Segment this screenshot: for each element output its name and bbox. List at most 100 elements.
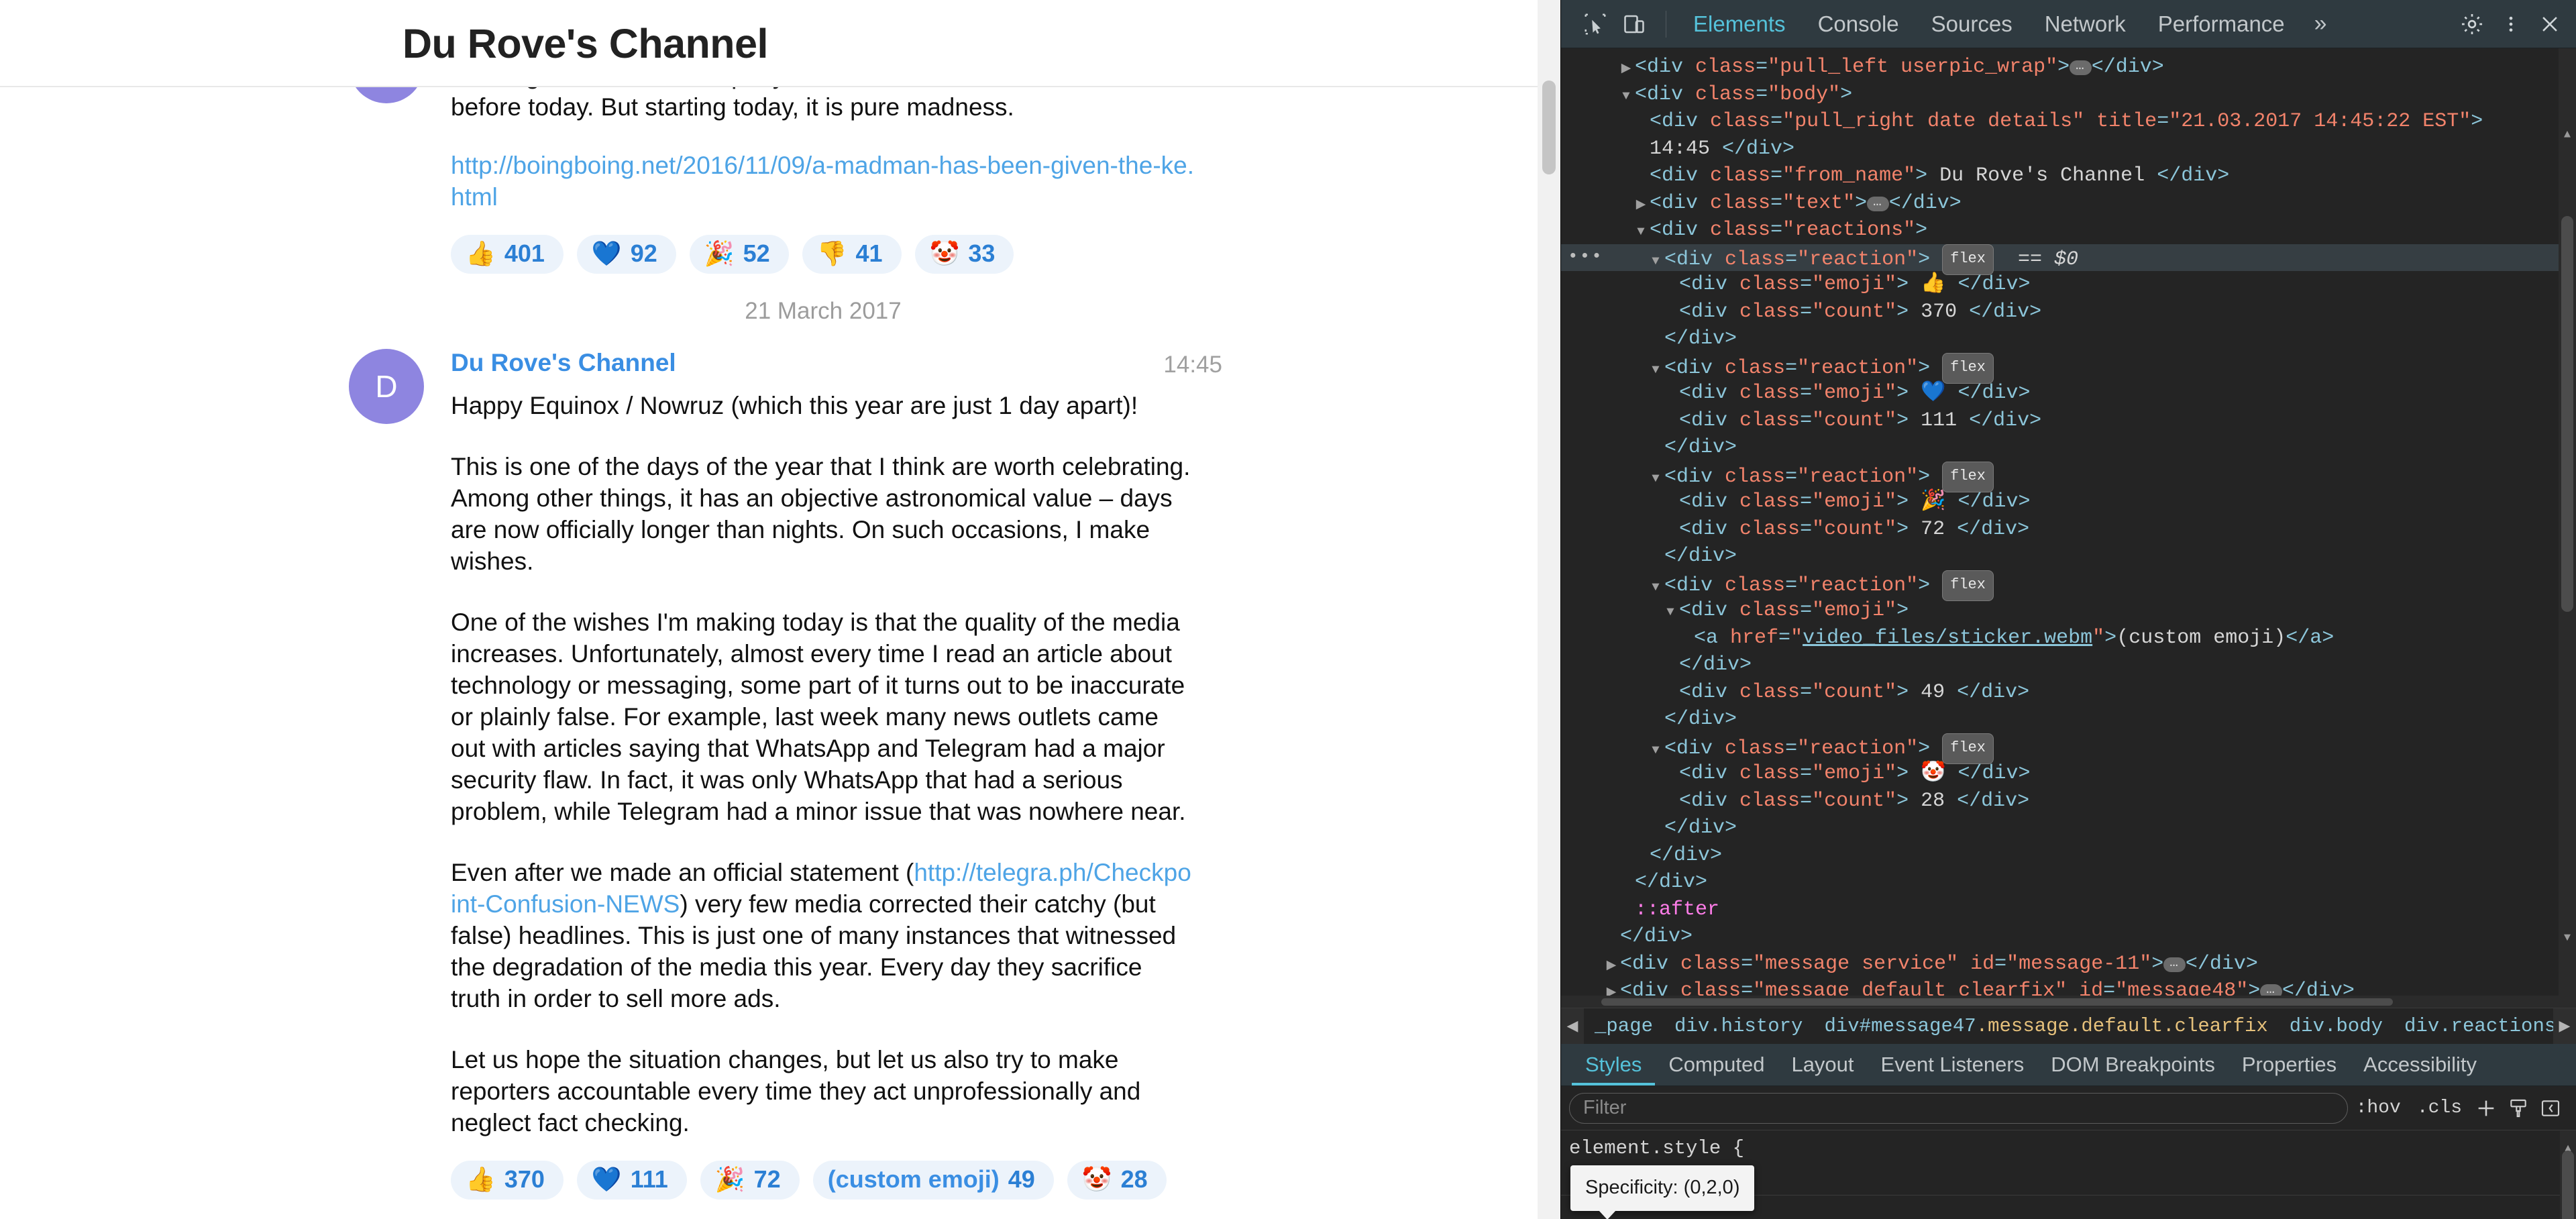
reaction-chip[interactable]: 👍 370 <box>451 1160 564 1200</box>
close-icon[interactable] <box>2530 5 2569 44</box>
reaction-chip[interactable]: 👍 401 <box>451 234 564 274</box>
collapse-arrow-icon[interactable] <box>1647 246 1664 275</box>
dom-node-line[interactable]: <div class="pull_left userpic_wrap">…</d… <box>1561 54 2576 81</box>
reaction-chip[interactable]: 🤡 33 <box>914 234 1014 274</box>
breadcrumb-scroll-right-icon[interactable]: ▶ <box>2553 1008 2576 1044</box>
styles-scrollbar[interactable]: ▲ ▼ <box>2560 1130 2576 1219</box>
dom-node-line[interactable]: <div class="text">…</div> <box>1561 190 2576 217</box>
scroll-down-icon[interactable]: ▼ <box>2561 925 2573 945</box>
expand-arrow-icon[interactable] <box>1603 951 1620 979</box>
breadcrumb-item[interactable]: div.reactions <box>2394 1008 2553 1044</box>
dom-node-line[interactable]: <div class="body"> <box>1561 81 2576 109</box>
dom-node-line[interactable]: <div class="reaction"> flex <box>1561 733 2576 764</box>
element-style-rule[interactable]: element.style { <box>1561 1134 2576 1163</box>
dom-node-line[interactable]: <div class="emoji"> 💙 </div> <box>1561 380 2576 407</box>
collapse-arrow-icon[interactable] <box>1647 572 1664 601</box>
dom-node-line[interactable]: <div class="reaction"> flex <box>1561 570 2576 601</box>
dom-node-line[interactable]: <div class="count"> 370 </div> <box>1561 299 2576 326</box>
reaction-chip[interactable]: 🎉 72 <box>700 1160 800 1200</box>
tab-performance[interactable]: Performance <box>2143 7 2300 41</box>
dom-node-line[interactable]: </div> <box>1561 543 2576 570</box>
dom-node-line[interactable]: <div class="from_name"> Du Rove's Channe… <box>1561 162 2576 190</box>
dom-node-line[interactable]: <div class="emoji"> 🎉 </div> <box>1561 488 2576 516</box>
toggle-sidebar-icon[interactable] <box>2534 1092 2567 1124</box>
add-new-style-rule-icon[interactable] <box>2470 1092 2502 1124</box>
device-toolbar-icon[interactable] <box>1615 5 1654 44</box>
tab-dom-breakpoints[interactable]: DOM Breakpoints <box>2037 1044 2229 1085</box>
reaction-chip[interactable]: 🎉 52 <box>689 234 789 274</box>
dom-scroll-thumb[interactable] <box>2561 216 2573 612</box>
collapse-arrow-icon[interactable] <box>1617 81 1635 110</box>
dom-node-line[interactable]: <div class="emoji"> <box>1561 597 2576 625</box>
dom-node-line[interactable]: </div> <box>1561 814 2576 842</box>
dom-hscroll-thumb[interactable] <box>1601 998 2393 1006</box>
collapsed-children-icon[interactable]: … <box>2163 956 2186 972</box>
breadcrumb-scroll-left-icon[interactable]: ◀ <box>1561 1008 1584 1044</box>
reaction-chip-custom[interactable]: (custom emoji) 49 <box>812 1160 1054 1200</box>
expand-arrow-icon[interactable] <box>1617 54 1635 83</box>
dom-tree-hscrollbar[interactable] <box>1561 996 2559 1008</box>
dom-node-line[interactable]: <div class="reaction"> flex <box>1561 352 2576 384</box>
scroll-up-icon[interactable]: ▲ <box>2562 1134 2574 1155</box>
tab-sources[interactable]: Sources <box>1917 7 2027 41</box>
collapse-arrow-icon[interactable] <box>1647 464 1664 492</box>
breadcrumb-item[interactable]: div#message47.message.default.clearfix <box>1813 1008 2278 1044</box>
dom-node-line[interactable]: <div class="count"> 72 </div> <box>1561 516 2576 543</box>
dom-node-line[interactable]: </div> <box>1561 325 2576 353</box>
styles-rules-body[interactable]: element.style { } .reactions .reaction {… <box>1561 1130 2576 1219</box>
dom-node-line[interactable]: •••<div class="reaction"> flex == $0 <box>1561 244 2576 275</box>
tab-network[interactable]: Network <box>2030 7 2141 41</box>
dom-tree-scrollbar[interactable]: ▲ ▼ <box>2559 48 2576 1008</box>
tab-console[interactable]: Console <box>1803 7 1914 41</box>
dom-node-line[interactable]: <div class="emoji"> 🤡 </div> <box>1561 760 2576 788</box>
dom-node-line[interactable]: <div class="emoji"> 👍 </div> <box>1561 271 2576 299</box>
tab-styles[interactable]: Styles <box>1572 1044 1655 1085</box>
tab-computed[interactable]: Computed <box>1655 1044 1778 1085</box>
collapse-arrow-icon[interactable] <box>1662 597 1679 626</box>
more-tabs-icon[interactable]: » <box>2302 11 2339 37</box>
styles-scroll-thumb[interactable] <box>2562 1151 2574 1219</box>
reaction-chip[interactable]: 👎 41 <box>802 234 902 274</box>
element-classes-button[interactable]: .cls <box>2409 1098 2470 1118</box>
collapse-arrow-icon[interactable] <box>1647 355 1664 384</box>
breadcrumb-item[interactable]: div.history <box>1664 1008 1813 1044</box>
dom-node-line[interactable]: </div> <box>1561 923 2576 951</box>
dom-tree[interactable]: <div class="pull_left userpic_wrap">…</d… <box>1561 48 2576 1008</box>
collapsed-children-icon[interactable]: … <box>2070 59 2092 75</box>
dom-node-line[interactable]: ::after <box>1561 896 2576 924</box>
breadcrumb-item[interactable]: div.body <box>2279 1008 2394 1044</box>
tab-layout[interactable]: Layout <box>1778 1044 1867 1085</box>
dom-node-line[interactable]: <div class="count"> 28 </div> <box>1561 788 2576 815</box>
expand-arrow-icon[interactable] <box>1632 190 1650 219</box>
node-badge-dots[interactable]: ••• <box>1568 248 1603 265</box>
dom-node-line[interactable]: </div> <box>1561 434 2576 462</box>
dom-node-line[interactable]: <div class="pull_right date details" tit… <box>1561 108 2576 136</box>
page-scrollbar[interactable] <box>1538 0 1560 1219</box>
dom-node-line[interactable]: </div> <box>1561 869 2576 896</box>
filter-input[interactable] <box>1569 1092 2348 1124</box>
dom-node-line[interactable]: <div class="reactions"> <box>1561 217 2576 244</box>
reaction-chip[interactable]: 🤡 28 <box>1067 1160 1167 1200</box>
dom-node-line[interactable]: <div class="count"> 49 </div> <box>1561 679 2576 706</box>
dom-node-line[interactable]: <div class="message service" id="message… <box>1561 951 2576 978</box>
tab-event-listeners[interactable]: Event Listeners <box>1868 1044 2038 1085</box>
custom-emoji-link[interactable]: (custom emoji) <box>828 1167 1000 1191</box>
dom-node-line[interactable]: 14:45 </div> <box>1561 136 2576 163</box>
dom-node-line[interactable]: <a href="video_files/sticker.webm">(cust… <box>1561 625 2576 652</box>
more-options-icon[interactable] <box>2491 5 2530 44</box>
scroll-up-icon[interactable]: ▲ <box>2561 122 2573 142</box>
dom-node-line[interactable]: </div> <box>1561 842 2576 869</box>
dom-node-line[interactable]: <div class="count"> 111 </div> <box>1561 407 2576 435</box>
dom-node-line[interactable]: </div> <box>1561 706 2576 733</box>
page-scrollbar-thumb[interactable] <box>1542 81 1556 174</box>
dom-node-line[interactable]: </div> <box>1561 651 2576 679</box>
dom-node-line[interactable]: <div class="reaction"> flex <box>1561 461 2576 492</box>
tab-accessibility[interactable]: Accessibility <box>2350 1044 2490 1085</box>
tab-properties[interactable]: Properties <box>2229 1044 2350 1085</box>
reaction-chip[interactable]: 💙 92 <box>576 234 676 274</box>
breadcrumb-item[interactable]: _page <box>1584 1008 1664 1044</box>
tab-elements[interactable]: Elements <box>1678 7 1801 41</box>
collapse-arrow-icon[interactable] <box>1632 217 1650 246</box>
collapsed-children-icon[interactable]: … <box>1867 195 1889 211</box>
message-link[interactable]: http://boingboing.net/2016/11/09/a-madma… <box>451 152 1194 211</box>
